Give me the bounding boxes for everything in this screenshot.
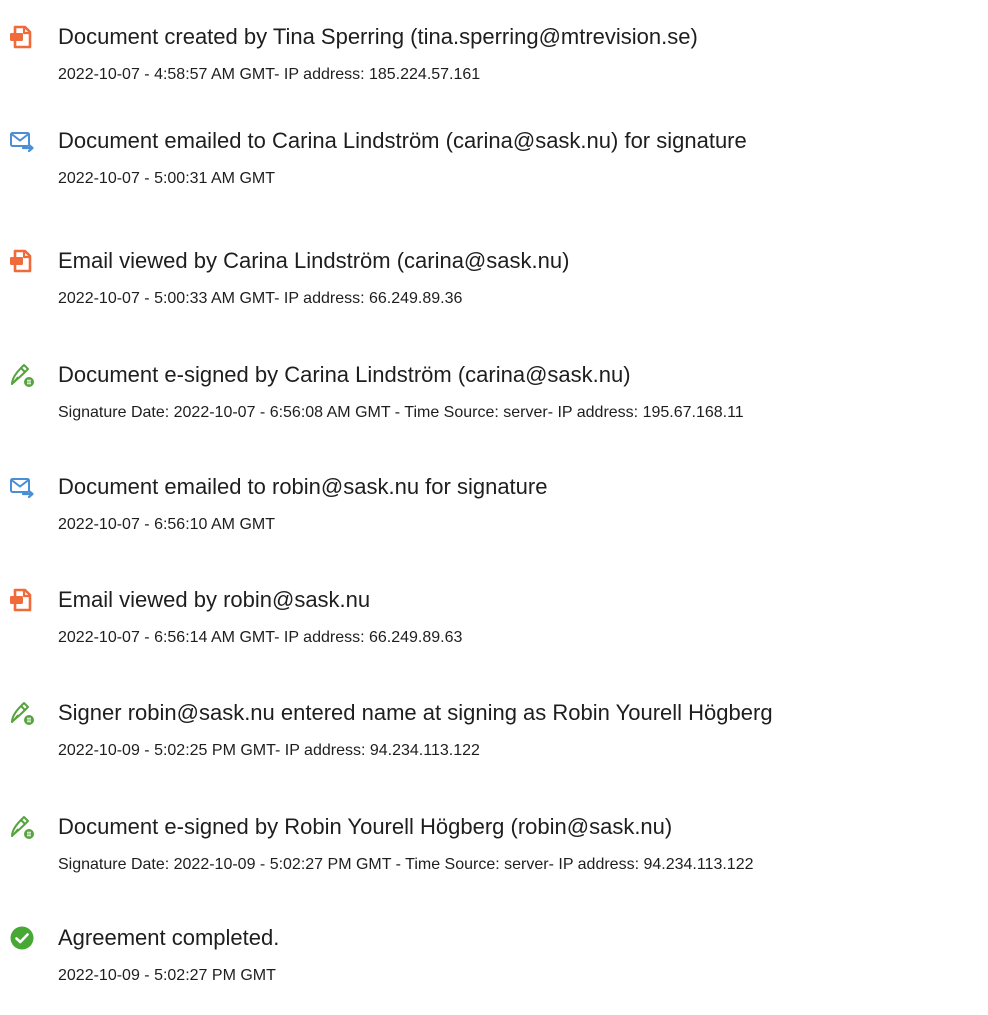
pen-sign-icon <box>9 814 35 840</box>
pen-sign-icon <box>9 700 35 726</box>
event-detail: 2022-10-07 - 6:56:14 AM GMT- IP address:… <box>58 629 463 646</box>
document-icon <box>9 24 35 50</box>
event-agreement-completed: Agreement completed. 2022-10-09 - 5:02:2… <box>0 925 988 1015</box>
event-title: Document e-signed by Carina Lindström (c… <box>58 362 631 387</box>
event-title: Signer robin@sask.nu entered name at sig… <box>58 700 773 725</box>
event-title: Document emailed to Carina Lindström (ca… <box>58 128 747 153</box>
check-circle-icon <box>9 925 35 951</box>
event-title: Document emailed to robin@sask.nu for si… <box>58 474 548 499</box>
event-title: Document created by Tina Sperring (tina.… <box>58 24 698 49</box>
event-document-emailed: Document emailed to robin@sask.nu for si… <box>0 474 988 564</box>
event-title: Email viewed by Carina Lindström (carina… <box>58 248 570 273</box>
event-title: Email viewed by robin@sask.nu <box>58 587 371 612</box>
event-detail: Signature Date: 2022-10-07 - 6:56:08 AM … <box>58 404 744 421</box>
event-document-signed: Document e-signed by Carina Lindström (c… <box>0 362 988 452</box>
email-sent-icon <box>9 128 35 154</box>
event-signer-name-entered: Signer robin@sask.nu entered name at sig… <box>0 700 988 790</box>
event-detail: Signature Date: 2022-10-09 - 5:02:27 PM … <box>58 856 754 873</box>
event-title: Agreement completed. <box>58 925 280 950</box>
event-detail: 2022-10-07 - 4:58:57 AM GMT- IP address:… <box>58 66 481 83</box>
event-title: Document e-signed by Robin Yourell Högbe… <box>58 814 673 839</box>
event-document-created: Document created by Tina Sperring (tina.… <box>0 24 988 114</box>
event-document-signed: Document e-signed by Robin Yourell Högbe… <box>0 814 988 904</box>
event-detail: 2022-10-07 - 5:00:31 AM GMT <box>58 170 275 187</box>
email-sent-icon <box>9 474 35 500</box>
event-detail: 2022-10-07 - 5:00:33 AM GMT- IP address:… <box>58 290 463 307</box>
pen-sign-icon <box>9 362 35 388</box>
document-icon <box>9 248 35 274</box>
document-icon <box>9 587 35 613</box>
event-email-viewed: Email viewed by Carina Lindström (carina… <box>0 248 988 338</box>
event-email-viewed: Email viewed by robin@sask.nu 2022-10-07… <box>0 587 988 677</box>
event-detail: 2022-10-09 - 5:02:25 PM GMT- IP address:… <box>58 742 480 759</box>
event-detail: 2022-10-09 - 5:02:27 PM GMT <box>58 967 276 984</box>
event-document-emailed: Document emailed to Carina Lindström (ca… <box>0 128 988 218</box>
event-detail: 2022-10-07 - 6:56:10 AM GMT <box>58 516 275 533</box>
